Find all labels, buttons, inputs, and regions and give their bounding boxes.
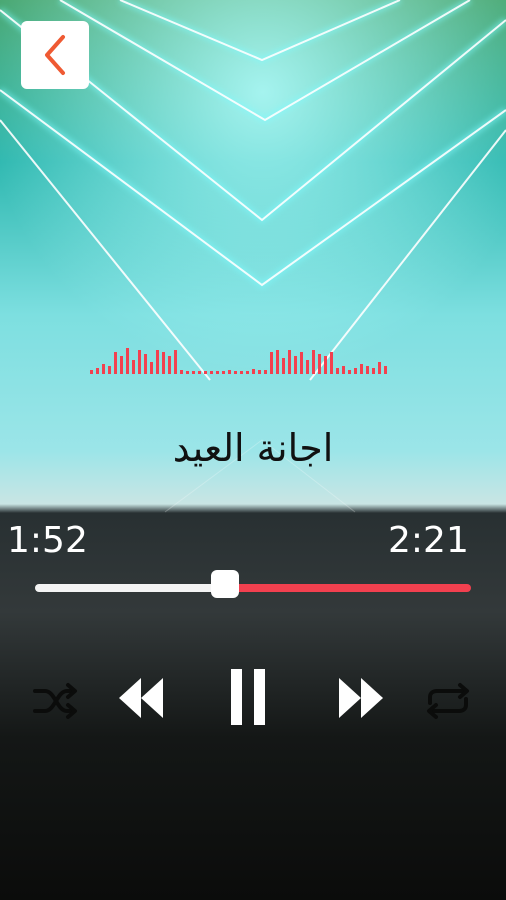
visualizer-bar [210, 371, 213, 374]
visualizer-bar [246, 371, 249, 374]
visualizer-bar [306, 360, 309, 374]
visualizer-bar [120, 356, 123, 374]
visualizer-bar [228, 370, 231, 374]
visualizer-bar [354, 368, 357, 374]
visualizer-bar [264, 370, 267, 374]
visualizer-bar [90, 370, 93, 374]
visualizer-bar [342, 366, 345, 374]
visualizer-bar [372, 368, 375, 374]
visualizer-bar [360, 364, 363, 374]
visualizer-bar [180, 370, 183, 374]
seek-played [35, 584, 227, 592]
visualizer-bar [300, 352, 303, 374]
visualizer-bar [192, 371, 195, 374]
visualizer-bar [156, 350, 159, 374]
shuffle-button[interactable] [28, 676, 84, 726]
visualizer-bar [204, 371, 207, 374]
visualizer-bar [138, 350, 141, 374]
pause-icon [231, 669, 265, 725]
shuffle-icon [33, 683, 77, 719]
seek-remaining [227, 584, 471, 592]
seek-bar[interactable] [35, 570, 471, 610]
visualizer-bar [366, 366, 369, 374]
visualizer-bar [336, 368, 339, 374]
visualizer-bar [252, 369, 255, 374]
visualizer-bar [330, 352, 333, 374]
visualizer-bar [222, 371, 225, 374]
visualizer-bar [174, 350, 177, 374]
visualizer-bar [108, 366, 111, 374]
visualizer-bar [144, 354, 147, 374]
elapsed-time: 1:52 [7, 520, 88, 561]
visualizer-bar [282, 358, 285, 374]
visualizer-bar [324, 356, 327, 374]
fast-forward-icon [339, 678, 383, 718]
visualizer-bar [348, 370, 351, 374]
visualizer-bar [378, 362, 381, 374]
visualizer-bar [102, 364, 105, 374]
visualizer-bar [114, 352, 117, 374]
visualizer-bar [294, 356, 297, 374]
total-duration: 2:21 [388, 520, 469, 561]
repeat-button[interactable] [418, 676, 478, 726]
visualizer-bar [216, 371, 219, 374]
rewind-icon [119, 678, 163, 718]
audio-visualizer [90, 348, 387, 374]
visualizer-bar [318, 354, 321, 374]
visualizer-bar [384, 366, 387, 374]
track-title: اجانة العيد [172, 426, 334, 470]
visualizer-bar [240, 371, 243, 374]
visualizer-bar [258, 370, 261, 374]
visualizer-bar [150, 362, 153, 374]
visualizer-bar [162, 352, 165, 374]
visualizer-bar [276, 350, 279, 374]
rewind-button[interactable] [112, 668, 172, 728]
visualizer-bar [132, 360, 135, 374]
visualizer-bar [270, 352, 273, 374]
visualizer-bar [168, 356, 171, 374]
fast-forward-button[interactable] [330, 668, 390, 728]
seek-thumb[interactable] [211, 570, 239, 598]
visualizer-bar [96, 368, 99, 374]
pause-button[interactable] [218, 662, 278, 732]
visualizer-bar [186, 371, 189, 374]
visualizer-bar [288, 350, 291, 374]
back-button[interactable] [21, 21, 89, 89]
visualizer-bar [198, 371, 201, 374]
visualizer-bar [312, 350, 315, 374]
chevron-left-icon [45, 35, 65, 75]
repeat-icon [427, 683, 469, 719]
visualizer-bar [234, 371, 237, 374]
visualizer-bar [126, 348, 129, 374]
